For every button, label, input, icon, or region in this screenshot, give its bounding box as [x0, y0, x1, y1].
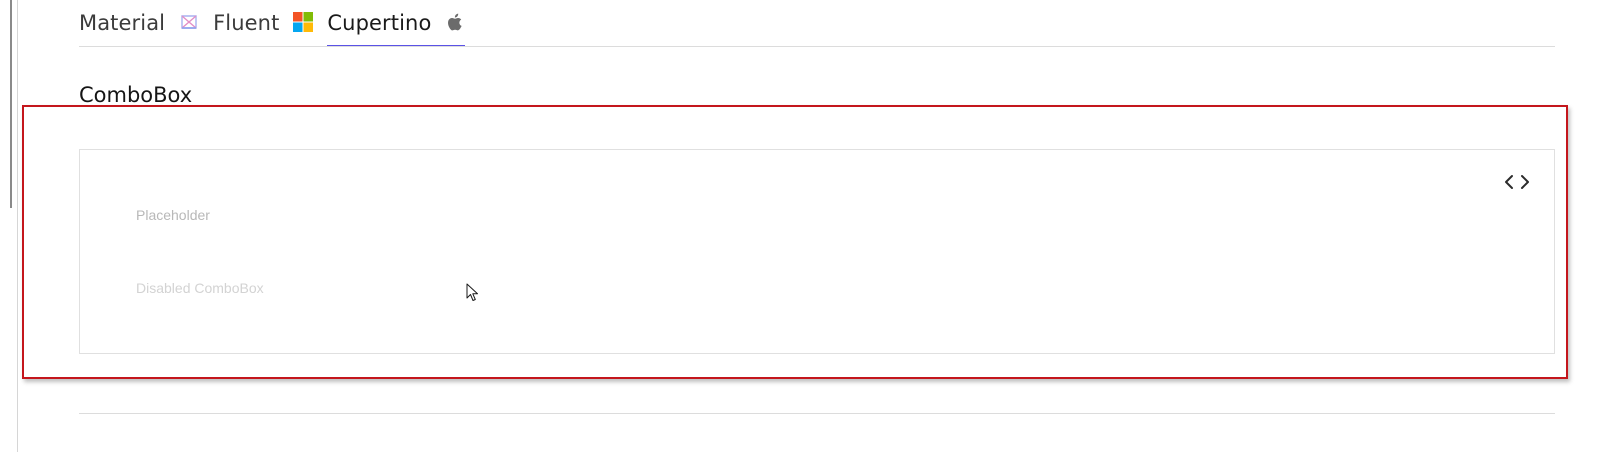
scrollbar-thumb[interactable] — [10, 0, 12, 208]
disabled-combobox: Disabled ComboBox — [136, 271, 436, 305]
platform-tabs: Material Fluent Cupertino — [79, 0, 479, 48]
windows-logo-icon — [293, 12, 314, 32]
combobox-placeholder-text: Placeholder — [136, 207, 210, 223]
material-icon — [179, 12, 199, 32]
tab-cupertino-label: Cupertino — [327, 11, 432, 35]
combobox-demo-card: Placeholder Disabled ComboBox — [79, 149, 1555, 354]
disabled-combobox-text: Disabled ComboBox — [136, 280, 264, 296]
code-icon[interactable] — [1502, 170, 1532, 194]
section-title: ComboBox — [79, 83, 193, 107]
apple-logo-icon — [445, 12, 465, 32]
window-edge — [17, 0, 18, 452]
tab-fluent-label: Fluent — [213, 11, 280, 35]
mouse-cursor-icon — [466, 283, 480, 303]
tab-material[interactable]: Material — [79, 0, 199, 46]
section-divider — [79, 413, 1555, 414]
tab-cupertino[interactable]: Cupertino — [327, 0, 466, 47]
tabs-divider — [79, 46, 1555, 47]
combobox[interactable]: Placeholder — [136, 198, 436, 232]
tab-material-label: Material — [79, 11, 166, 35]
page: Material Fluent Cupertino ComboBox Place… — [0, 0, 1614, 452]
tab-fluent[interactable]: Fluent — [213, 0, 314, 46]
